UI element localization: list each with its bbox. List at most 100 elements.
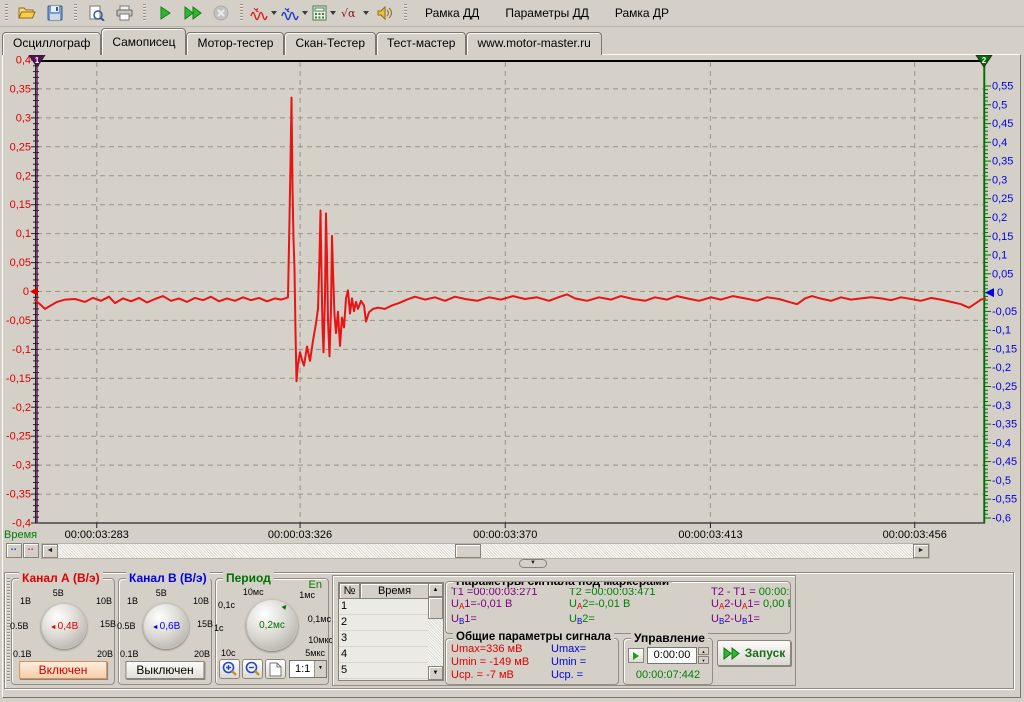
toolbar-gripper bbox=[143, 4, 146, 22]
scroll-left-button[interactable]: ◄ bbox=[42, 544, 58, 558]
channel-b-state-button[interactable]: Выключен bbox=[125, 661, 204, 679]
scroll-right-button[interactable]: ► bbox=[913, 544, 929, 558]
parametry-dd-button[interactable]: Параметры ДД bbox=[493, 2, 601, 24]
tab-осциллограф[interactable]: Осциллограф bbox=[2, 32, 101, 55]
save-button[interactable] bbox=[42, 1, 68, 25]
chevron-down-icon[interactable]: ▼ bbox=[314, 661, 326, 677]
toolbar-gripper bbox=[404, 4, 407, 22]
time-scrollbar[interactable]: ◄ ► bbox=[41, 543, 930, 559]
scale-ratio-select[interactable]: 1:1 ▼ bbox=[289, 660, 327, 678]
toolbar-gripper bbox=[5, 4, 8, 22]
left-axis-tick-label: 0 bbox=[23, 286, 29, 298]
events-table[interactable]: №Время12345▲▼ bbox=[338, 582, 444, 681]
scale-ratio-value: 1:1 bbox=[295, 663, 310, 675]
chevron-down-icon[interactable] bbox=[271, 11, 277, 15]
formula-button[interactable]: √α bbox=[339, 1, 370, 25]
zoom-out-icon bbox=[245, 661, 261, 677]
plot-top-border bbox=[35, 60, 985, 62]
fast-forward-button[interactable] bbox=[180, 1, 206, 25]
channel-a-group: Канал А (В/э) 5В10В15В20В0.1В0.5В1В 0,4В… bbox=[11, 578, 115, 685]
left-axis-tick-label: -0,35 bbox=[6, 489, 31, 501]
app-window: { "toolbar": { "items": [ {"type":"grip"… bbox=[0, 0, 1024, 702]
channel-a-title: Канал А (В/э) bbox=[19, 571, 103, 585]
chevron-down-icon[interactable] bbox=[330, 11, 336, 15]
spin-down-icon[interactable]: ▼ bbox=[698, 656, 709, 664]
ramka-dd-button[interactable]: Рамка ДД bbox=[413, 2, 491, 24]
channel-b-knob[interactable]: 0,6В bbox=[143, 603, 189, 649]
period-value: 0,2мс bbox=[259, 620, 285, 631]
period-knob[interactable]: 0,2мс bbox=[246, 599, 298, 651]
channel-a-state-button[interactable]: Включен bbox=[19, 661, 107, 679]
scrollbar-thumb[interactable] bbox=[455, 544, 481, 558]
tab-мотор-тестер[interactable]: Мотор-тестер bbox=[186, 32, 284, 55]
table-scrollbar[interactable]: ▲▼ bbox=[428, 583, 443, 680]
period-scale-label: 10мс bbox=[243, 587, 264, 597]
right-axis-tick-label: -0,2 bbox=[992, 362, 1011, 374]
sound-button[interactable] bbox=[372, 1, 398, 25]
channel-a-knob[interactable]: 0,4В bbox=[41, 603, 87, 649]
print-button[interactable] bbox=[111, 1, 137, 25]
start-button[interactable]: Запуск bbox=[717, 640, 791, 666]
table-scrollbar-thumb[interactable] bbox=[428, 597, 443, 619]
page-icon bbox=[269, 662, 282, 677]
chevron-down-icon[interactable] bbox=[363, 11, 369, 15]
tab-скан-тестер[interactable]: Скан-Тестер bbox=[284, 32, 376, 55]
marker-label-1: 1 bbox=[35, 56, 40, 65]
channel-b-group: Канал В (В/э) 5В10В15В20В0.1В0.5В1В 0,6В… bbox=[118, 578, 212, 685]
signal-a-button[interactable] bbox=[249, 1, 278, 25]
table-row-number: 2 bbox=[341, 616, 347, 628]
channel-b-scale-label: 0.1В bbox=[120, 649, 139, 659]
common-param-value: Umin = bbox=[551, 656, 618, 669]
new-page-button[interactable] bbox=[265, 659, 286, 679]
table-row-number: 3 bbox=[341, 632, 347, 644]
channel-a-zero-marker[interactable] bbox=[30, 287, 38, 296]
right-axis-tick-label: -0,45 bbox=[992, 456, 1017, 468]
control-time-spinner[interactable]: ▲ ▼ bbox=[698, 647, 709, 664]
left-axis-tick-label: 0,25 bbox=[10, 141, 31, 153]
tab-самописец[interactable]: Самописец bbox=[101, 28, 186, 55]
control-play-button[interactable] bbox=[628, 648, 644, 663]
marker-label-2: 2 bbox=[982, 56, 987, 65]
right-axis-tick-label: -0,3 bbox=[992, 400, 1011, 412]
common-param-value: Umin = -149 мВ bbox=[451, 656, 551, 669]
right-axis-tick-label: -0,15 bbox=[992, 343, 1017, 355]
open-button[interactable] bbox=[14, 1, 40, 25]
scroll-down-button[interactable]: ▼ bbox=[428, 666, 443, 680]
dots-red-button[interactable]: ▪▪ bbox=[23, 543, 39, 558]
right-axis-tick-label: 0,45 bbox=[992, 118, 1013, 130]
scroll-up-button[interactable]: ▲ bbox=[428, 583, 443, 597]
dots-blue-button[interactable]: ▪▪ bbox=[6, 543, 22, 558]
signal-b-button[interactable] bbox=[280, 1, 309, 25]
channel-b-zero-marker[interactable] bbox=[985, 288, 994, 297]
table-row[interactable]: 1 bbox=[339, 599, 429, 615]
right-axis-tick-label: -0,4 bbox=[992, 437, 1011, 449]
table-row[interactable]: 5 bbox=[339, 663, 429, 679]
zoom-out-button[interactable] bbox=[242, 659, 263, 679]
left-axis-tick-label: -0,2 bbox=[12, 402, 31, 414]
right-axis-tick-label: 0,1 bbox=[992, 250, 1007, 262]
control-time-input[interactable]: 0:00:00 bbox=[647, 647, 697, 664]
channel-b-scale-label: 15В bbox=[197, 619, 213, 629]
table-row[interactable]: 3 bbox=[339, 631, 429, 647]
right-axis-tick-label: 0,15 bbox=[992, 231, 1013, 243]
ramka-dr-button[interactable]: Рамка ДР bbox=[603, 2, 681, 24]
tab-тест-мастер[interactable]: Тест-мастер bbox=[376, 32, 466, 55]
calculator-button[interactable] bbox=[311, 1, 337, 25]
tab-www.motor-master.ru[interactable]: www.motor-master.ru bbox=[466, 32, 601, 55]
chevron-down-icon[interactable] bbox=[302, 11, 308, 15]
spin-up-icon[interactable]: ▲ bbox=[698, 647, 709, 655]
table-row[interactable]: 4 bbox=[339, 647, 429, 663]
common-param-value: Umax=336 мВ bbox=[451, 643, 551, 656]
zoom-in-button[interactable] bbox=[219, 659, 240, 679]
control-group: Управление 0:00:00 ▲ ▼ 00:00:07:442 bbox=[623, 638, 713, 685]
play-button[interactable] bbox=[152, 1, 178, 25]
fast-forward-icon bbox=[184, 6, 202, 20]
table-header[interactable]: № bbox=[339, 583, 360, 599]
period-scale-label: 10с bbox=[221, 648, 236, 658]
signal-chart[interactable]: 0,40,350,30,250,20,150,10,050-0,05-0,1-0… bbox=[0, 55, 1024, 543]
table-row[interactable]: 2 bbox=[339, 615, 429, 631]
marker-param-value: UВ2= bbox=[569, 613, 711, 628]
collapse-panel-button[interactable]: ▼ bbox=[519, 559, 547, 568]
print-preview-button[interactable] bbox=[83, 1, 109, 25]
table-header[interactable]: Время bbox=[360, 583, 429, 599]
